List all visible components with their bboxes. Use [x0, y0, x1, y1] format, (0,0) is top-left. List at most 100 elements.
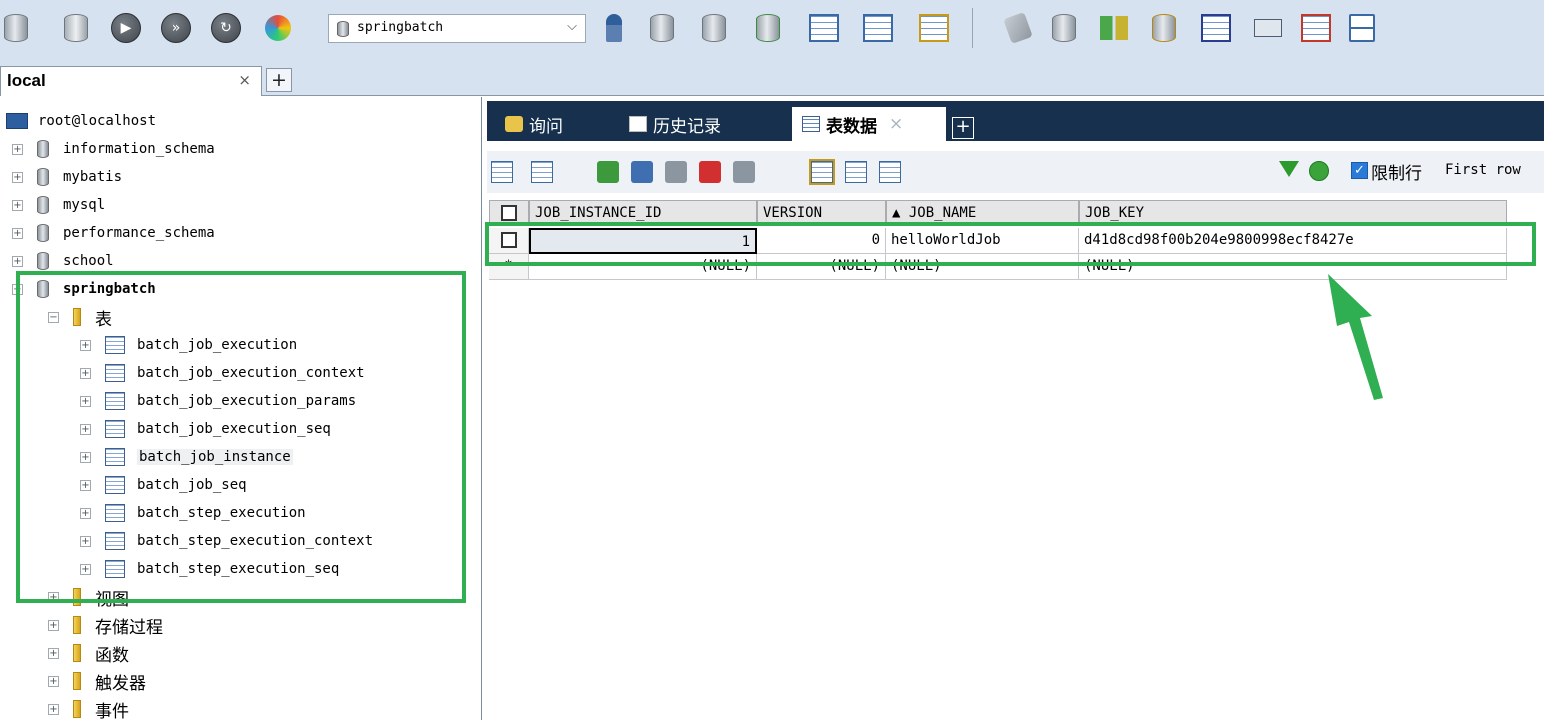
transfer-icon[interactable] [1148, 12, 1180, 44]
tree-db-performance-schema[interactable]: + performance_schema [12, 220, 215, 246]
expand-icon[interactable]: + [48, 703, 59, 715]
add-tab-button[interactable]: + [952, 117, 974, 139]
table-cell[interactable]: d41d8cd98f00b204e9800998ecf8427e [1079, 228, 1507, 254]
refresh-icon[interactable] [1309, 161, 1329, 181]
expand-icon[interactable]: + [80, 395, 91, 407]
tree-folder-events[interactable]: + 事件 [48, 696, 129, 720]
tree-db-school[interactable]: + school [12, 248, 114, 274]
tree-folder-tables[interactable]: − 表 [48, 304, 112, 330]
database-up-icon[interactable] [698, 12, 730, 44]
chevron-down-icon[interactable]: ⌵ [567, 19, 577, 34]
table-cell[interactable]: helloWorldJob [886, 228, 1079, 254]
row-selector[interactable] [489, 228, 529, 254]
database-select[interactable]: springbatch ⌵ [328, 14, 586, 43]
filter-icon[interactable] [1279, 161, 1299, 177]
tree-table-item[interactable]: + batch_job_execution_context [80, 360, 365, 386]
collapse-icon[interactable]: − [12, 283, 23, 295]
expand-icon[interactable]: + [48, 675, 59, 687]
tree-table-item[interactable]: + batch_step_execution_context [80, 528, 373, 554]
expand-icon[interactable]: + [80, 451, 91, 463]
refresh-icon[interactable]: ↻ [210, 12, 242, 44]
table-report-icon[interactable] [1300, 12, 1332, 44]
collapse-icon[interactable]: − [48, 311, 59, 323]
database-export-icon[interactable] [752, 12, 784, 44]
tab-table-data[interactable]: 表数据 × [792, 107, 946, 141]
schema-designer-icon[interactable] [1200, 12, 1232, 44]
tree-db-mybatis[interactable]: + mybatis [12, 164, 122, 190]
limit-rows-checkbox[interactable]: ✓ [1351, 162, 1368, 179]
tree-db-mysql[interactable]: + mysql [12, 192, 105, 218]
column-header[interactable]: JOB_INSTANCE_ID [529, 200, 757, 226]
compare-icon[interactable] [1098, 12, 1130, 44]
grid-view-icon[interactable] [809, 159, 835, 185]
duplicate-row-icon[interactable] [531, 161, 553, 183]
expand-icon[interactable]: + [12, 227, 23, 239]
add-connection-tab-button[interactable]: + [266, 68, 292, 92]
expand-icon[interactable]: + [80, 367, 91, 379]
cancel-icon[interactable] [733, 161, 755, 183]
column-header[interactable]: JOB_KEY [1079, 200, 1507, 226]
keyboard-icon[interactable] [1252, 12, 1284, 44]
connection-tab-local[interactable]: local × [0, 66, 262, 96]
tree-table-item[interactable]: + batch_step_execution [80, 500, 306, 526]
table-cell[interactable]: 1 [529, 228, 757, 254]
play-icon[interactable]: ▶ [110, 12, 142, 44]
form-view-icon[interactable] [845, 161, 867, 183]
expand-icon[interactable]: + [80, 563, 91, 575]
expand-icon[interactable]: + [12, 171, 23, 183]
table-import-icon[interactable] [808, 12, 840, 44]
table-list-icon[interactable] [862, 12, 894, 44]
expand-icon[interactable]: + [48, 619, 59, 631]
database-settings-icon[interactable] [1048, 12, 1080, 44]
text-view-icon[interactable] [879, 161, 901, 183]
expand-icon[interactable]: + [80, 507, 91, 519]
tree-folder-triggers[interactable]: + 触发器 [48, 668, 146, 694]
insert-row-icon[interactable] [491, 161, 513, 183]
tree-db-information-schema[interactable]: + information_schema [12, 136, 215, 162]
new-connection-icon[interactable] [0, 12, 32, 44]
select-all-cell[interactable] [489, 200, 529, 226]
add-user-icon[interactable] [60, 12, 92, 44]
tree-db-springbatch[interactable]: − springbatch [12, 276, 156, 302]
table-cell[interactable]: (NULL) [1079, 254, 1507, 280]
close-icon[interactable]: × [889, 114, 903, 134]
close-icon[interactable]: × [238, 71, 251, 89]
column-header[interactable]: ▲ JOB_NAME [886, 200, 1079, 226]
tree-table-item[interactable]: + batch_job_execution [80, 332, 297, 358]
table-cell[interactable]: 0 [757, 228, 886, 254]
tree-folder-procedures[interactable]: + 存储过程 [48, 612, 163, 638]
tree-table-item[interactable]: + batch_step_execution_seq [80, 556, 339, 582]
delete-icon[interactable] [699, 161, 721, 183]
colors-icon[interactable] [262, 12, 294, 44]
tree-table-item[interactable]: + batch_job_seq [80, 472, 247, 498]
tools-icon[interactable] [1002, 12, 1034, 44]
database-down-icon[interactable] [646, 12, 678, 44]
tree-table-item[interactable]: + batch_job_execution_params [80, 388, 356, 414]
tree-table-item-selected[interactable]: + batch_job_instance [80, 444, 293, 470]
table-cell[interactable]: (NULL) [529, 254, 757, 280]
expand-icon[interactable]: + [12, 199, 23, 211]
tab-query[interactable]: 询问 [499, 107, 609, 141]
tab-history[interactable]: 历史记录 [621, 107, 781, 141]
user-icon[interactable] [598, 12, 630, 44]
tree-folder-functions[interactable]: + 函数 [48, 640, 129, 666]
select-all-checkbox[interactable] [501, 205, 517, 221]
expand-icon[interactable]: + [12, 255, 23, 267]
table-edit-icon[interactable] [918, 12, 950, 44]
table-cell[interactable]: (NULL) [886, 254, 1079, 280]
fast-forward-icon[interactable]: » [160, 12, 192, 44]
row-checkbox[interactable] [500, 232, 517, 248]
expand-icon[interactable]: + [80, 535, 91, 547]
expand-icon[interactable]: + [48, 647, 59, 659]
undo-icon[interactable] [631, 161, 653, 183]
tree-table-item[interactable]: + batch_job_execution_seq [80, 416, 331, 442]
column-header[interactable]: VERSION [757, 200, 886, 226]
add-row-icon[interactable] [597, 161, 619, 183]
expand-icon[interactable]: + [80, 423, 91, 435]
expand-icon[interactable]: + [80, 479, 91, 491]
table-cell[interactable]: (NULL) [757, 254, 886, 280]
save-icon[interactable] [665, 161, 687, 183]
expand-icon[interactable]: + [48, 591, 59, 603]
expand-icon[interactable]: + [80, 339, 91, 351]
structure-sync-icon[interactable] [1346, 12, 1378, 44]
